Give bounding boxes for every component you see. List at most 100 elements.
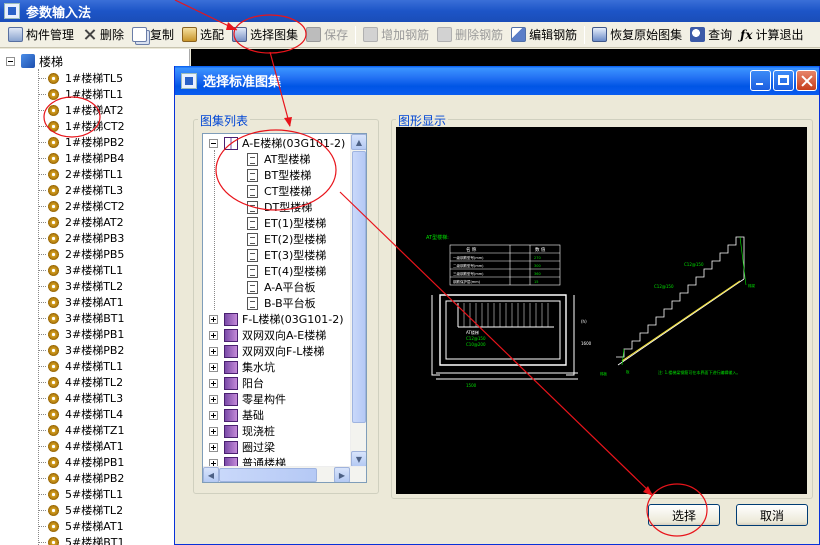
atlas-node[interactable]: 基础	[209, 407, 264, 423]
minimize-button[interactable]	[750, 70, 771, 91]
save-button[interactable]: 保存	[302, 24, 352, 46]
close-button[interactable]	[796, 70, 817, 91]
expand-icon[interactable]	[209, 330, 218, 340]
copy-button[interactable]: 复制	[128, 24, 178, 46]
tree-item[interactable]: 2#楼梯CT2	[38, 198, 125, 214]
tree-item[interactable]: 4#楼梯TL2	[38, 374, 123, 390]
atlas-node[interactable]: 双网双向F-L楼梯	[209, 343, 324, 359]
tree-item[interactable]: 4#楼梯TZ1	[38, 422, 124, 438]
expand-icon[interactable]	[209, 442, 218, 452]
tree-item[interactable]: 2#楼梯TL1	[38, 166, 123, 182]
atlas-node[interactable]: 现浇桩	[209, 423, 275, 439]
atlas-item[interactable]: ET(3)型楼梯	[247, 247, 326, 263]
maximize-button[interactable]	[773, 70, 794, 91]
atlas-item[interactable]: B-B平台板	[247, 295, 316, 311]
expand-icon[interactable]	[209, 346, 218, 356]
expand-icon[interactable]	[209, 394, 218, 404]
atlas-item[interactable]: BT型楼梯	[247, 167, 311, 183]
select-button[interactable]: 选择	[648, 504, 720, 526]
component-icon	[48, 536, 59, 545]
delete-button[interactable]: 删除	[78, 24, 128, 46]
collapse-icon[interactable]	[209, 138, 218, 148]
scroll-up-button[interactable]: ▲	[351, 134, 366, 150]
tree-item[interactable]: 5#楼梯AT1	[38, 518, 124, 534]
atlas-list[interactable]: A-E楼梯(03G101-2) AT型楼梯 BT型楼梯 CT型楼梯 DT型楼梯 ET(1)…	[202, 133, 367, 483]
scroll-down-button[interactable]: ▼	[351, 451, 366, 467]
scroll-right-button[interactable]: ▶	[334, 467, 350, 482]
horizontal-scrollbar[interactable]: ◀ ▶	[203, 466, 366, 482]
scroll-left-button[interactable]: ◀	[203, 467, 219, 482]
scroll-thumb[interactable]	[352, 151, 366, 423]
edit-rebar-button[interactable]: 编辑钢筋	[507, 24, 581, 46]
collapse-icon[interactable]	[6, 56, 15, 66]
tree-item[interactable]: 1#楼梯CT2	[38, 118, 125, 134]
svg-text:三级钢筋型号(mm): 三级钢筋型号(mm)	[453, 271, 484, 276]
component-tree: 楼梯 1#楼梯TL5 1#楼梯TL1 1#楼梯AT2 1#楼梯CT2 1#楼梯PB2 1#…	[0, 49, 190, 545]
expand-icon[interactable]	[209, 426, 218, 436]
calculate-exit-button[interactable]: ƒx 计算退出	[736, 24, 807, 46]
query-button[interactable]: 查询	[686, 24, 736, 46]
stair-category-icon	[21, 54, 35, 68]
tree-item[interactable]: 3#楼梯AT1	[38, 294, 124, 310]
add-rebar-button[interactable]: 增加钢筋	[359, 24, 433, 46]
tree-root[interactable]: 楼梯	[6, 53, 63, 69]
tree-item[interactable]: 4#楼梯TL1	[38, 358, 123, 374]
tree-item[interactable]: 1#楼梯PB4	[38, 150, 124, 166]
h-scroll-thumb[interactable]	[219, 468, 317, 482]
match-icon	[182, 27, 198, 42]
tree-item[interactable]: 3#楼梯TL2	[38, 278, 123, 294]
tree-item[interactable]: 2#楼梯PB5	[38, 246, 124, 262]
component-icon	[48, 504, 59, 516]
tree-item[interactable]: 5#楼梯TL1	[38, 486, 123, 502]
tree-item[interactable]: 1#楼梯PB2	[38, 134, 124, 150]
tree-item[interactable]: 1#楼梯TL1	[38, 86, 123, 102]
expand-icon[interactable]	[209, 314, 218, 324]
tree-item[interactable]: 4#楼梯TL4	[38, 406, 123, 422]
svg-text:300: 300	[534, 264, 541, 268]
tree-item[interactable]: 1#楼梯TL5	[38, 70, 123, 86]
dialog-title-bar[interactable]: 选择标准图集	[175, 66, 819, 95]
tree-item[interactable]: 5#楼梯BT1	[38, 534, 124, 545]
component-manage-button[interactable]: 构件管理	[4, 24, 78, 46]
tree-item[interactable]: 1#楼梯AT2	[38, 102, 124, 118]
expand-icon[interactable]	[209, 362, 218, 372]
atlas-node[interactable]: 双网双向A-E楼梯	[209, 327, 326, 343]
atlas-item[interactable]: ET(2)型楼梯	[247, 231, 326, 247]
tree-item[interactable]: 3#楼梯BT1	[38, 310, 124, 326]
tree-item[interactable]: 3#楼梯PB2	[38, 342, 124, 358]
atlas-item[interactable]: ET(1)型楼梯	[247, 215, 326, 231]
atlas-item[interactable]: CT型楼梯	[247, 183, 311, 199]
atlas-item[interactable]: ET(4)型楼梯	[247, 263, 326, 279]
tree-item[interactable]: 2#楼梯TL3	[38, 182, 123, 198]
tree-item[interactable]: 5#楼梯TL2	[38, 502, 123, 518]
tree-item[interactable]: 4#楼梯TL3	[38, 390, 123, 406]
cancel-button[interactable]: 取消	[736, 504, 808, 526]
atlas-node[interactable]: F-L楼梯(03G101-2)	[209, 311, 344, 327]
component-icon	[48, 184, 59, 196]
tree-item[interactable]: 4#楼梯PB2	[38, 470, 124, 486]
atlas-node[interactable]: 集水坑	[209, 359, 275, 375]
atlas-node[interactable]: 阳台	[209, 375, 264, 391]
tree-item[interactable]: 2#楼梯PB3	[38, 230, 124, 246]
atlas-item[interactable]: AT型楼梯	[247, 151, 310, 167]
atlas-item[interactable]: DT型楼梯	[247, 199, 312, 215]
svg-text:(h): (h)	[581, 319, 587, 324]
expand-icon[interactable]	[209, 378, 218, 388]
tree-item[interactable]: 3#楼梯PB1	[38, 326, 124, 342]
restore-atlas-button[interactable]: 恢复原始图集	[588, 24, 686, 46]
atlas-node[interactable]: 零星构件	[209, 391, 286, 407]
tree-item[interactable]: 4#楼梯PB1	[38, 454, 124, 470]
tree-item[interactable]: 4#楼梯AT1	[38, 438, 124, 454]
atlas-node[interactable]: A-E楼梯(03G101-2)	[209, 135, 345, 151]
tree-item[interactable]: 2#楼梯AT2	[38, 214, 124, 230]
match-button[interactable]: 选配	[178, 24, 228, 46]
svg-text:C12@150: C12@150	[654, 284, 674, 289]
expand-icon[interactable]	[209, 410, 218, 420]
delete-rebar-button[interactable]: 删除钢筋	[433, 24, 507, 46]
document-icon	[247, 280, 258, 294]
tree-item[interactable]: 3#楼梯TL1	[38, 262, 123, 278]
select-atlas-button[interactable]: 选择图集	[228, 24, 302, 46]
vertical-scrollbar[interactable]: ▲ ▼	[350, 134, 366, 467]
atlas-item[interactable]: A-A平台板	[247, 279, 316, 295]
atlas-node[interactable]: 圈过梁	[209, 439, 275, 455]
